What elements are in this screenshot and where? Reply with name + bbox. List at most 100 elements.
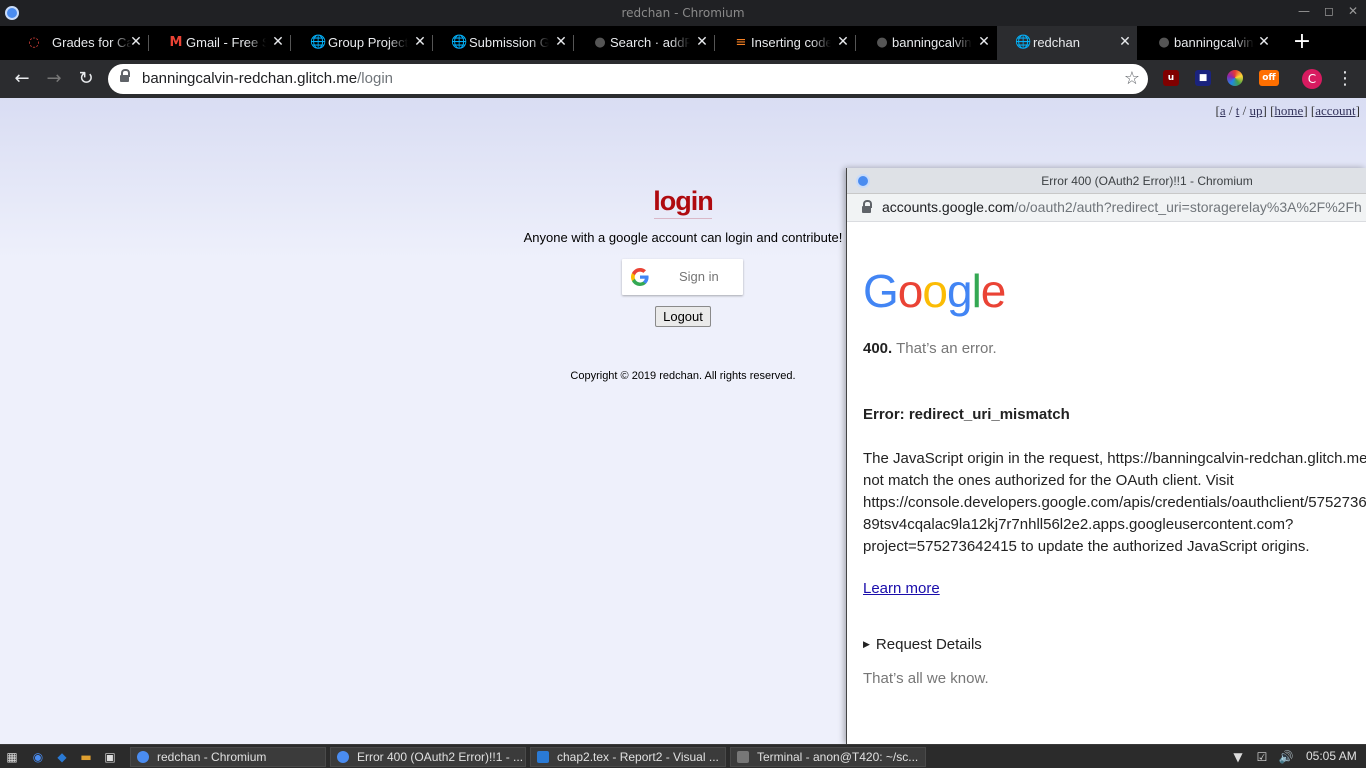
close-window-icon[interactable]: ✕ — [1345, 4, 1361, 18]
nav-link-t[interactable]: t — [1236, 103, 1240, 118]
tab-gmail[interactable]: M Gmail - Free Storage ✕ — [150, 26, 291, 60]
vscode-icon — [537, 751, 549, 763]
tab-label: Search · addPost — [610, 35, 690, 50]
taskbar: ▦ ◉ ◆ ▬ ▣ redchan - Chromium Error 400 (… — [0, 744, 1366, 768]
tab-label: Inserting code — [751, 35, 831, 50]
menu-kebab-icon[interactable]: ⋮ — [1336, 67, 1354, 91]
tab-search[interactable]: ● Search · addPost ✕ — [574, 26, 715, 60]
logo-letter: G — [863, 265, 899, 317]
menu-icon[interactable]: ▦ — [4, 749, 20, 765]
close-icon[interactable]: ✕ — [976, 34, 992, 50]
chromium-icon — [137, 751, 149, 763]
github-icon: ● — [594, 35, 606, 50]
taskbar-item-label: Terminal - anon@T420: ~/sc... — [757, 750, 919, 764]
request-details-toggle[interactable]: ▶ Request Details — [863, 636, 982, 653]
nav-link-a[interactable]: a — [1220, 103, 1226, 118]
window-titlebar: redchan - Chromium — ◻ ✕ — [0, 0, 1366, 26]
title-underline — [654, 218, 712, 219]
error-code-text: That’s an error. — [896, 340, 997, 357]
circle-dashed-icon: ◌ — [28, 35, 40, 50]
error-title: Error: redirect_uri_mismatch — [863, 406, 1070, 423]
taskbar-item-terminal[interactable]: Terminal - anon@T420: ~/sc... — [730, 747, 926, 767]
logo-letter: o — [922, 265, 948, 317]
tab-grades[interactable]: ◌ Grades for Calvin ✕ — [8, 26, 149, 60]
chromium-launcher-icon[interactable]: ◉ — [30, 749, 46, 765]
minimize-icon[interactable]: — — [1296, 4, 1312, 18]
ublock-icon[interactable]: u — [1163, 70, 1179, 86]
volume-icon[interactable]: 🔊 — [1278, 749, 1294, 765]
nav-link-home[interactable]: home — [1274, 103, 1303, 118]
error-body-line: 89tsv4cqalac9la12kj7r7nhll56l2e2.apps.go… — [863, 516, 1294, 533]
google-signin-button[interactable]: Sign in — [622, 259, 743, 295]
close-icon[interactable]: ✕ — [1256, 34, 1272, 50]
address-url: banningcalvin-redchan.glitch.me/login — [142, 70, 393, 87]
lock-icon — [120, 69, 130, 84]
terminal-launcher-icon[interactable]: ▣ — [102, 749, 118, 765]
taskbar-item-redchan[interactable]: redchan - Chromium — [130, 747, 326, 767]
stackoverflow-icon: ≡ — [735, 35, 747, 50]
extension-icon[interactable]: ■ — [1195, 70, 1211, 86]
close-icon[interactable]: ✕ — [835, 34, 851, 50]
close-icon[interactable]: ✕ — [412, 34, 428, 50]
nav-link-account[interactable]: account — [1315, 103, 1355, 118]
back-button[interactable]: ← — [10, 67, 34, 91]
reload-button[interactable]: ↻ — [74, 67, 98, 91]
close-icon[interactable]: ✕ — [1117, 34, 1133, 50]
off-badge-icon[interactable]: off — [1259, 70, 1279, 86]
popup-titlebar[interactable]: Error 400 (OAuth2 Error)!!1 - Chromium — [847, 168, 1366, 194]
address-bar[interactable]: banningcalvin-redchan.glitch.me/login ☆ — [108, 64, 1148, 94]
new-tab-button[interactable]: + — [1290, 31, 1314, 55]
globe-icon: 🌐 — [451, 35, 468, 50]
taskbar-item-vscode[interactable]: chap2.tex - Report2 - Visual ... — [530, 747, 726, 767]
triangle-right-icon: ▶ — [863, 639, 870, 649]
nav-link-up[interactable]: up — [1250, 103, 1263, 118]
tab-label: Submission Guidelines — [469, 35, 549, 50]
error-code: 400. — [863, 340, 893, 357]
globe-icon: 🌐 — [1015, 35, 1032, 50]
tab-inserting-code[interactable]: ≡ Inserting code ✕ — [715, 26, 856, 60]
tab-label: Gmail - Free Storage — [186, 35, 266, 50]
close-icon[interactable]: ✕ — [694, 34, 710, 50]
tab-group-project[interactable]: 🌐 Group Project ✕ — [292, 26, 433, 60]
chromium-icon — [337, 751, 349, 763]
taskbar-item-label: redchan - Chromium — [157, 750, 267, 764]
logo-letter: l — [971, 265, 982, 317]
close-icon[interactable]: ✕ — [553, 34, 569, 50]
clock[interactable]: 05:05 AM — [1306, 749, 1357, 763]
google-logo: Google — [863, 264, 1007, 318]
vscode-launcher-icon[interactable]: ◆ — [54, 749, 70, 765]
tab-banningcalvin-2[interactable]: ● banningcalvin/redchan ✕ — [1138, 26, 1276, 60]
taskbar-item-label: Error 400 (OAuth2 Error)!!1 - ... — [357, 750, 524, 764]
oauth-error-popup: Error 400 (OAuth2 Error)!!1 - Chromium a… — [846, 168, 1366, 744]
popup-address-bar[interactable]: accounts.google.com/o/oauth2/auth?redire… — [847, 194, 1366, 222]
taskbar-item-error400[interactable]: Error 400 (OAuth2 Error)!!1 - ... — [330, 747, 526, 767]
error-body-line: not match the ones authorized for the OA… — [863, 472, 1234, 489]
learn-more-link[interactable]: Learn more — [863, 580, 940, 597]
globe-icon: 🌐 — [310, 35, 327, 50]
close-icon[interactable]: ✕ — [270, 34, 286, 50]
error-body-line: https://console.developers.google.com/ap… — [863, 494, 1366, 511]
folder-icon[interactable]: ▬ — [78, 749, 94, 765]
color-wheel-icon[interactable] — [1227, 70, 1243, 86]
tab-label: redchan — [1033, 35, 1080, 50]
tab-label: Group Project — [328, 35, 408, 50]
clipboard-check-icon[interactable]: ☑ — [1254, 749, 1270, 765]
logout-button[interactable]: Logout — [655, 306, 711, 327]
popup-title: Error 400 (OAuth2 Error)!!1 - Chromium — [1041, 174, 1253, 188]
close-icon[interactable]: ✕ — [128, 34, 144, 50]
wifi-icon[interactable]: ▼ — [1230, 749, 1246, 765]
tab-submission[interactable]: 🌐 Submission Guidelines ✕ — [433, 26, 574, 60]
google-g-icon — [631, 268, 649, 286]
bookmark-star-icon[interactable]: ☆ — [1124, 68, 1140, 89]
logo-letter: o — [897, 265, 924, 317]
error-body-line: project=575273642415 to update the autho… — [863, 538, 1310, 555]
tab-banningcalvin-1[interactable]: ● banningcalvin/redchan ✕ — [856, 26, 996, 60]
logo-letter: e — [980, 265, 1007, 317]
forward-button[interactable]: → — [42, 67, 66, 91]
browser-toolbar: ← → ↻ banningcalvin-redchan.glitch.me/lo… — [0, 60, 1366, 98]
taskbar-item-label: chap2.tex - Report2 - Visual ... — [557, 750, 719, 764]
tab-redchan[interactable]: 🌐 redchan ✕ — [997, 26, 1137, 60]
profile-avatar[interactable]: C — [1302, 69, 1322, 89]
tab-label: banningcalvin/redchan — [1174, 35, 1254, 50]
maximize-icon[interactable]: ◻ — [1321, 4, 1337, 18]
